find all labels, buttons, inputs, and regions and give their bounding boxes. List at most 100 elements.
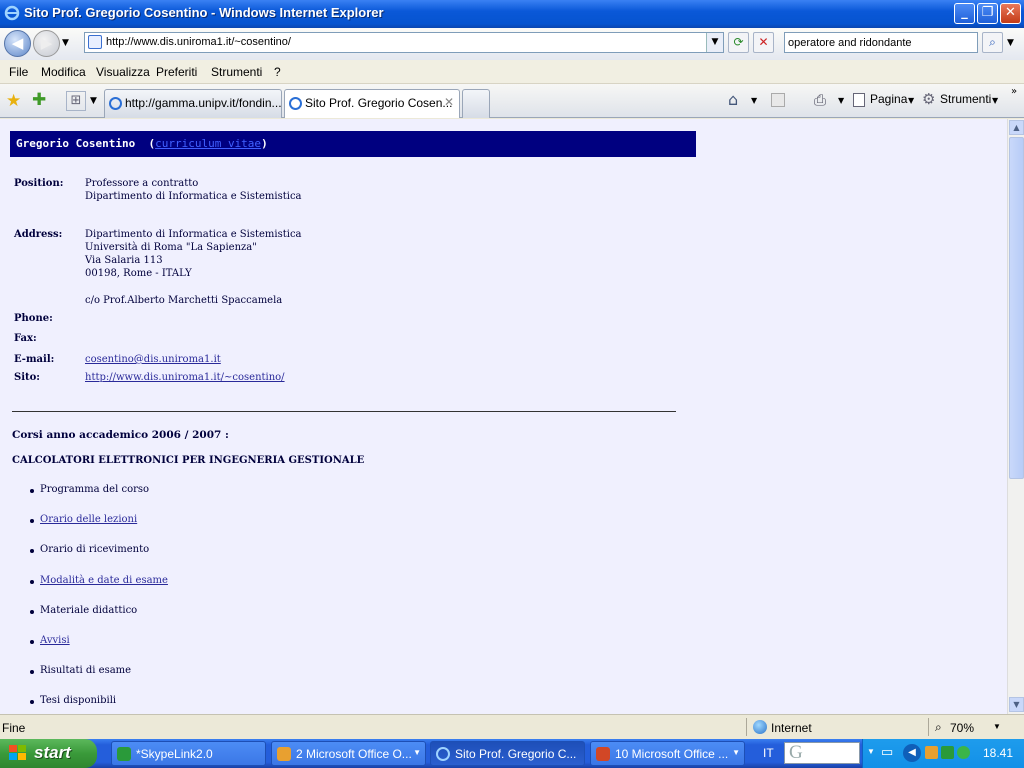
task-office-outlook[interactable]: 2 Microsoft Office O... ▼ <box>271 741 426 766</box>
list-bullet <box>30 700 34 704</box>
address-value: Dipartimento di Informatica e Sistemisti… <box>85 228 302 280</box>
address-line: Dipartimento di Informatica e Sistemisti… <box>85 229 302 240</box>
status-bar: Fine Internet ⌕ 70% ▼ <box>0 714 1024 739</box>
position-value: Professore a contratto Dipartimento di I… <box>85 177 302 203</box>
add-favorites-icon[interactable]: ✚ <box>32 90 46 110</box>
banner-name: Gregorio Cosentino <box>16 137 136 150</box>
taskbar: start *SkypeLink2.0 2 Microsoft Office O… <box>0 739 1024 768</box>
zoom-level[interactable]: 70% <box>950 721 974 735</box>
home-dropdown-icon[interactable]: ▼ <box>751 96 757 105</box>
position-line: Professore a contratto <box>85 178 199 189</box>
gear-icon: ⚙ <box>922 90 936 108</box>
menu-strumenti[interactable]: Strumenti <box>211 65 262 79</box>
list-bullet <box>30 489 34 493</box>
tools-dropdown-icon[interactable]: ▼ <box>992 96 998 105</box>
group-dropdown-icon: ▼ <box>413 748 421 757</box>
close-button[interactable]: ✕ <box>1000 3 1021 24</box>
email-link[interactable]: cosentino@dis.uniroma1.it <box>85 354 221 365</box>
menu-modifica[interactable]: Modifica <box>41 65 86 79</box>
toolbar-overflow-icon[interactable]: » <box>1011 86 1017 97</box>
tray-app-icon[interactable] <box>925 746 938 759</box>
address-dropdown-icon[interactable]: ▼ <box>706 33 723 52</box>
minimize-button[interactable]: _ <box>954 3 975 24</box>
address-input[interactable]: http://www.dis.uniroma1.it/~cosentino/ <box>106 36 291 48</box>
address-line: 00198, Rome - ITALY <box>85 268 192 279</box>
outlook-icon <box>277 747 291 761</box>
tab-list-dropdown-icon[interactable]: ▼ <box>90 96 97 106</box>
task-label: *SkypeLink2.0 <box>136 747 213 761</box>
page-menu-button[interactable]: Pagina <box>870 92 907 106</box>
task-skypelink[interactable]: *SkypeLink2.0 <box>111 741 266 766</box>
page-banner: Gregorio Cosentino (curriculum vitae) <box>10 131 696 157</box>
scroll-thumb[interactable] <box>1009 137 1024 479</box>
scroll-down-icon[interactable]: ▼ <box>1009 697 1024 712</box>
google-toolbar-logo-icon[interactable]: G <box>784 742 860 764</box>
tab-gamma-unipv[interactable]: http://gamma.unipv.it/fondin... <box>104 89 282 118</box>
position-label: Position: <box>14 178 64 189</box>
address-co: c/o Prof.Alberto Marchetti Spaccamela <box>85 295 283 306</box>
start-label: start <box>34 743 71 762</box>
new-tab-button[interactable] <box>462 89 490 118</box>
address-bar[interactable]: http://www.dis.uniroma1.it/~cosentino/ ▼ <box>84 32 724 53</box>
search-icon[interactable]: ⌕ <box>982 32 1003 53</box>
phone-label: Phone: <box>14 313 53 324</box>
favorites-star-icon[interactable]: ★ <box>6 91 21 111</box>
back-button[interactable]: ◀ <box>4 30 31 57</box>
page-icon <box>88 35 102 49</box>
clock[interactable]: 18.41 <box>983 746 1013 760</box>
print-icon[interactable]: ⎙ <box>814 91 826 109</box>
print-dropdown-icon[interactable]: ▼ <box>838 96 844 105</box>
task-ie-sito[interactable]: Sito Prof. Gregorio C... <box>430 741 585 766</box>
feeds-icon[interactable] <box>771 93 785 107</box>
tray-back-icon[interactable]: ◀ <box>903 744 921 762</box>
list-bullet <box>30 670 34 674</box>
search-input[interactable]: operatore and ridondante <box>784 32 978 53</box>
maximize-button[interactable]: ❐ <box>977 3 998 24</box>
tray-dropdown-icon[interactable]: ▼ <box>867 747 875 756</box>
ie-task-icon <box>436 747 450 761</box>
address-line: Università di Roma "La Sapienza" <box>85 242 257 253</box>
quick-tabs-icon[interactable]: ⊞ <box>66 91 86 111</box>
course-item[interactable]: Orario delle lezioni <box>40 514 137 525</box>
divider <box>12 411 676 412</box>
tab-sito-cosentino[interactable]: Sito Prof. Gregorio Cosen... ✕ <box>284 89 460 118</box>
home-icon[interactable]: ⌂ <box>728 90 738 109</box>
tray-skype-icon[interactable] <box>941 746 954 759</box>
status-separator <box>746 718 747 736</box>
forward-button[interactable]: ▶ <box>33 30 60 57</box>
navigation-bar: ◀ ▶ ▼ http://www.dis.uniroma1.it/~cosent… <box>0 28 1024 60</box>
menu-help[interactable]: ? <box>274 65 281 79</box>
close-tab-icon[interactable]: ✕ <box>444 95 454 109</box>
start-button[interactable]: start <box>0 739 97 768</box>
position-line: Dipartimento di Informatica e Sistemisti… <box>85 191 302 202</box>
course-item[interactable]: Avvisi <box>40 635 70 646</box>
language-indicator[interactable]: IT <box>763 746 774 760</box>
tray-status-icon[interactable] <box>957 746 970 759</box>
site-link[interactable]: http://www.dis.uniroma1.it/~cosentino/ <box>85 372 285 383</box>
course-item: Tesi disponibili <box>40 695 117 706</box>
windows-flag-icon <box>9 745 26 760</box>
course-item[interactable]: Modalità e date di esame <box>40 575 168 586</box>
zoom-dropdown-icon[interactable]: ▼ <box>993 722 1001 731</box>
show-desktop-icon[interactable]: ▭ <box>881 744 893 760</box>
refresh-button[interactable]: ⟳ <box>728 32 749 53</box>
list-bullet <box>30 549 34 553</box>
vertical-scrollbar[interactable]: ▲ ▼ <box>1007 119 1024 714</box>
scroll-up-icon[interactable]: ▲ <box>1009 120 1024 135</box>
menu-file[interactable]: File <box>9 65 28 79</box>
tools-menu-button[interactable]: Strumenti <box>940 92 991 106</box>
search-options-icon[interactable]: ▼ <box>1007 38 1014 48</box>
curriculum-link[interactable]: curriculum vitae <box>155 137 261 150</box>
menu-preferiti[interactable]: Preferiti <box>156 65 197 79</box>
task-office-powerpoint[interactable]: 10 Microsoft Office ... ▼ <box>590 741 745 766</box>
powerpoint-icon <box>596 747 610 761</box>
recent-pages-dropdown-icon[interactable]: ▼ <box>62 38 69 48</box>
menu-visualizza[interactable]: Visualizza <box>96 65 150 79</box>
task-label: 10 Microsoft Office ... <box>615 747 729 761</box>
group-dropdown-icon: ▼ <box>732 748 740 757</box>
stop-button[interactable]: ✕ <box>753 32 774 53</box>
task-label: 2 Microsoft Office O... <box>296 747 412 761</box>
status-text: Fine <box>2 721 26 735</box>
page-dropdown-icon[interactable]: ▼ <box>908 96 914 105</box>
status-separator <box>928 718 929 736</box>
